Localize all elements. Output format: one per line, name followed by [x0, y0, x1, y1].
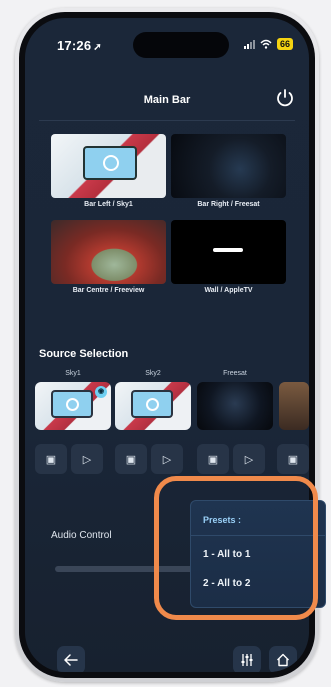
audio-control-label: Audio Control: [51, 530, 112, 541]
zone-tile-bar-centre[interactable]: Bar Centre / Freeview: [51, 220, 166, 294]
active-source-icon: ◉: [95, 386, 107, 398]
zone-label: Bar Centre / Freeview: [72, 287, 145, 294]
wifi-icon: [260, 39, 272, 49]
source-thumbnail-sky1[interactable]: ◉: [35, 382, 111, 430]
source-label: Sky1: [65, 370, 81, 377]
equalizer-icon: [241, 654, 253, 666]
home-button[interactable]: [269, 646, 297, 672]
dynamic-island: [133, 32, 229, 58]
remote-icon: ▣: [125, 453, 137, 466]
play-button[interactable]: ▷: [233, 444, 265, 474]
status-icons: 66: [243, 38, 293, 50]
zone-preview-image: [51, 134, 166, 198]
signal-icon: [243, 39, 255, 49]
mixer-button[interactable]: [233, 646, 261, 672]
section-title: Source Selection: [39, 348, 129, 360]
location-icon: ➚: [93, 42, 102, 53]
play-icon: ▷: [82, 453, 92, 466]
arrow-left-icon: [64, 654, 78, 666]
play-icon: ▷: [244, 453, 254, 466]
power-icon[interactable]: [275, 88, 295, 108]
zone-preview-image: [171, 220, 286, 284]
home-icon: [277, 653, 289, 667]
zone-label: Bar Right / Freesat: [197, 201, 260, 208]
source-thumbnail-sky2[interactable]: [115, 382, 191, 430]
highlight-annotation: [154, 476, 318, 620]
remote-button[interactable]: ▣: [35, 444, 67, 474]
source-label: Freesat: [223, 370, 247, 377]
zone-tile-bar-left[interactable]: Bar Left / Sky1: [51, 134, 166, 208]
zone-label: Wall / AppleTV: [204, 287, 253, 294]
zone-tile-bar-right[interactable]: Bar Right / Freesat: [171, 134, 286, 208]
zone-tile-wall[interactable]: Wall / AppleTV: [171, 220, 286, 294]
remote-icon: ▣: [287, 453, 299, 466]
source-label: Sky2: [145, 370, 161, 377]
play-button[interactable]: ▷: [151, 444, 183, 474]
remote-button[interactable]: ▣: [115, 444, 147, 474]
remote-icon: ▣: [45, 453, 57, 466]
zone-label: Bar Left / Sky1: [84, 201, 133, 208]
play-button[interactable]: ▷: [71, 444, 103, 474]
page-title: Main Bar: [143, 94, 191, 106]
zone-preview-image: [171, 134, 286, 198]
play-icon: ▷: [162, 453, 172, 466]
remote-icon: ▣: [207, 453, 219, 466]
source-thumbnail-freesat[interactable]: [197, 382, 273, 430]
battery-indicator: 66: [276, 38, 293, 50]
status-time: 17:26 ➚: [57, 38, 102, 53]
header-divider: [39, 120, 295, 121]
remote-button[interactable]: ▣: [277, 444, 309, 474]
source-thumbnail-partial[interactable]: [279, 382, 309, 430]
zone-preview-image: [51, 220, 166, 284]
remote-button[interactable]: ▣: [197, 444, 229, 474]
back-button[interactable]: [57, 646, 85, 672]
